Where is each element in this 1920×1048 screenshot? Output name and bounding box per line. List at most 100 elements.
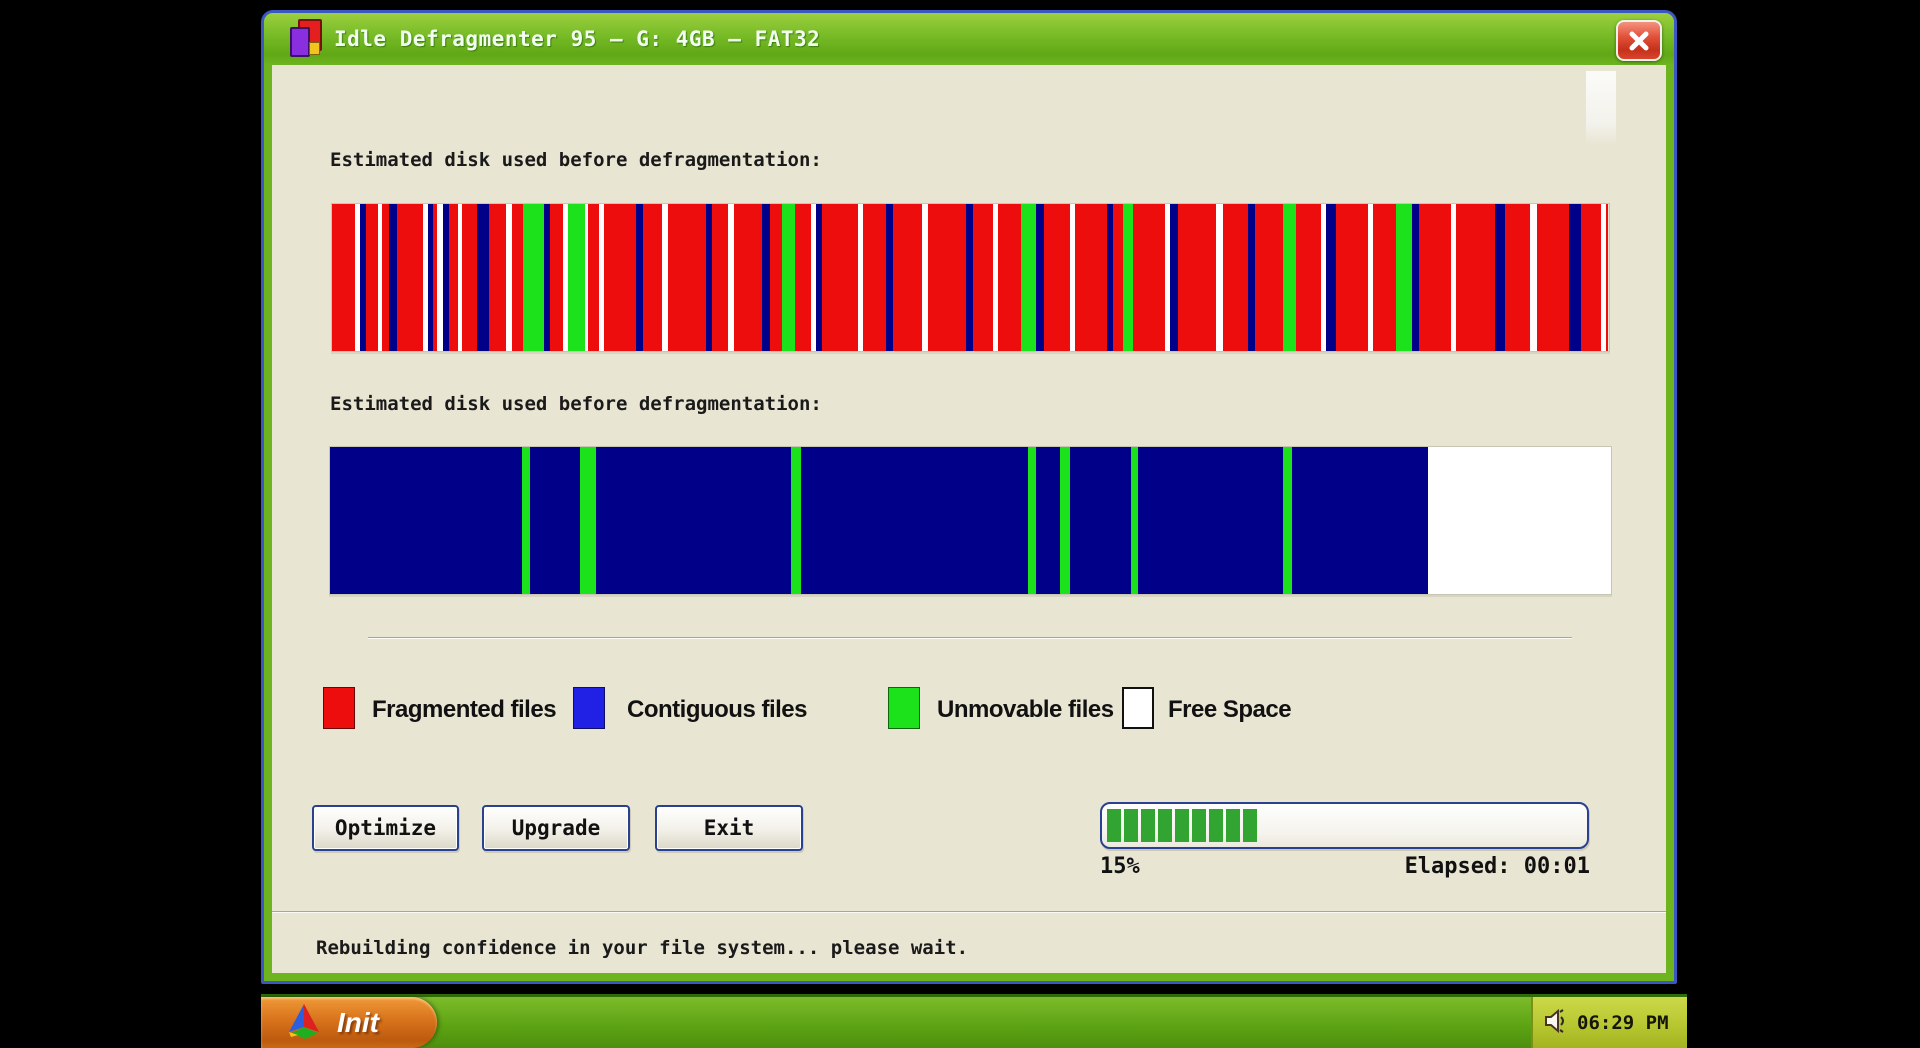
disk-segment: [1336, 204, 1368, 351]
disk-segment: [1396, 204, 1411, 351]
defrag-window: Idle Defragmenter 95 – G: 4GB – FAT32 Es…: [261, 10, 1677, 984]
title-bar[interactable]: Idle Defragmenter 95 – G: 4GB – FAT32: [264, 13, 1674, 65]
disk-segment: [734, 204, 762, 351]
before-map-label: Estimated disk used before defragmentati…: [330, 149, 822, 171]
disk-segment: [382, 204, 390, 351]
status-message: Rebuilding confidence in your file syste…: [316, 937, 968, 959]
disk-segment: [643, 204, 662, 351]
disk-segment: [580, 447, 597, 594]
disk-segment: [1505, 204, 1531, 351]
legend-label-contiguous: Contiguous files: [627, 696, 807, 724]
disk-segment: [1178, 204, 1216, 351]
disk-segment: [893, 204, 921, 351]
progress-segment: [1175, 809, 1189, 842]
disk-map-after: [329, 446, 1612, 595]
disk-segment: [389, 204, 397, 351]
disk-segment: [1495, 204, 1505, 351]
disk-segment: [1296, 204, 1322, 351]
disk-segment: [1138, 447, 1283, 594]
disk-segment: [762, 204, 770, 351]
disk-segment: [588, 204, 598, 351]
speaker-icon: [1543, 1008, 1569, 1038]
disk-segment: [397, 204, 423, 351]
disk-segment: [1123, 204, 1133, 351]
progress-bar: [1100, 802, 1589, 849]
disk-segment: [863, 204, 886, 351]
disk-segment: [795, 204, 810, 351]
legend-swatch-free-space: [1122, 687, 1154, 729]
disk-segment: [1044, 204, 1070, 351]
progress-segment: [1158, 809, 1172, 842]
disk-segment: [1060, 447, 1070, 594]
system-tray[interactable]: 06:29 PM: [1531, 997, 1687, 1048]
disk-segment: [489, 204, 506, 351]
disk-segment: [1292, 447, 1428, 594]
start-button-label: Init: [337, 1007, 379, 1039]
legend-label-free-space: Free Space: [1168, 696, 1291, 724]
disk-segment: [801, 447, 1028, 594]
progress-segments: [1107, 809, 1582, 842]
disk-segment: [1028, 447, 1036, 594]
disk-segment: [1255, 204, 1283, 351]
disk-segment: [1075, 204, 1107, 351]
client-area: Estimated disk used before defragmentati…: [272, 65, 1666, 973]
defrag-app-icon: [288, 18, 324, 60]
disk-segment: [928, 204, 966, 351]
disk-segment: [1036, 447, 1060, 594]
disk-segment: [1606, 204, 1609, 351]
close-button[interactable]: [1616, 20, 1662, 61]
taskbar: Init 06:29 PM: [261, 994, 1687, 1048]
scrollbar-remnant: [1586, 71, 1616, 145]
status-separator: [272, 911, 1666, 913]
disk-segment: [1133, 204, 1165, 351]
progress-segment: [1124, 809, 1138, 842]
optimize-button[interactable]: Optimize: [312, 805, 459, 851]
disk-segment: [596, 447, 791, 594]
disk-segment: [1412, 204, 1420, 351]
disk-segment: [477, 204, 488, 351]
desktop: Idle Defragmenter 95 – G: 4GB – FAT32 Es…: [0, 0, 1920, 1048]
disk-segment: [782, 204, 795, 351]
clock: 06:29 PM: [1577, 1012, 1669, 1034]
disk-segment: [449, 204, 458, 351]
disk-segment: [523, 204, 543, 351]
disk-segment: [332, 204, 355, 351]
icon-purple-book: [290, 27, 310, 57]
disk-segment: [530, 447, 580, 594]
disk-segment: [1283, 447, 1292, 594]
disk-segment: [712, 204, 727, 351]
progress-segment: [1192, 809, 1206, 842]
progress-segment: [1209, 809, 1223, 842]
disk-segment: [1070, 447, 1130, 594]
disk-segment: [1326, 204, 1336, 351]
disk-segment: [1131, 447, 1139, 594]
upgrade-button[interactable]: Upgrade: [482, 805, 630, 851]
exit-button[interactable]: Exit: [655, 805, 803, 851]
progress-segment: [1107, 809, 1121, 842]
disk-segment: [1373, 204, 1396, 351]
disk-segment: [1021, 204, 1036, 351]
progress-segment: [1226, 809, 1240, 842]
disk-segment: [604, 204, 636, 351]
disk-segment: [1569, 204, 1582, 351]
legend-label-unmovable: Unmovable files: [937, 696, 1114, 724]
disk-segment: [568, 204, 585, 351]
disk-segment: [1537, 204, 1569, 351]
icon-yellow-lock: [309, 42, 320, 55]
progress-percent: 15%: [1100, 854, 1140, 879]
disk-segment: [998, 204, 1021, 351]
disk-map-before: [331, 203, 1610, 352]
disk-segment: [973, 204, 993, 351]
disk-segment: [668, 204, 706, 351]
disk-segment: [1419, 204, 1451, 351]
disk-segment: [550, 204, 563, 351]
progress-segment: [1141, 809, 1155, 842]
legend-label-fragmented: Fragmented files: [372, 696, 556, 724]
disk-segment: [886, 204, 894, 351]
disk-segment: [822, 204, 858, 351]
disk-segment: [1456, 204, 1494, 351]
disk-segment: [462, 204, 477, 351]
disk-segment: [770, 204, 783, 351]
disk-segment: [330, 447, 522, 594]
start-button[interactable]: Init: [261, 997, 437, 1048]
